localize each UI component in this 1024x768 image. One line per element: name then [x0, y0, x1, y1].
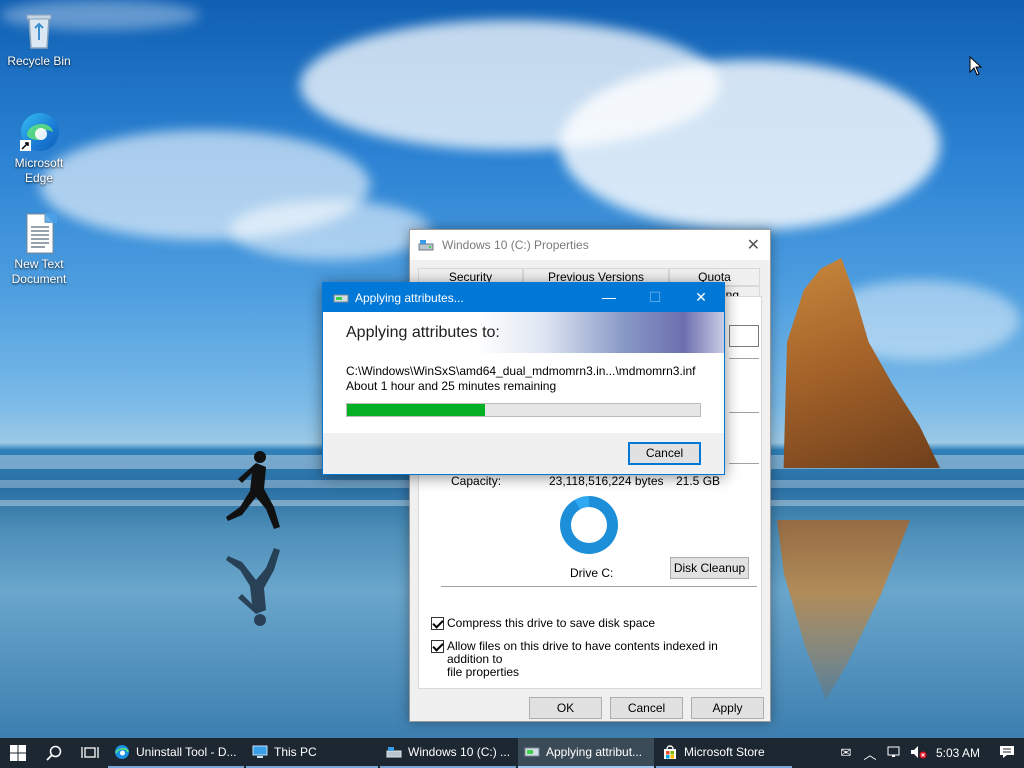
time-remaining: About 1 hour and 25 minutes remaining: [346, 379, 557, 393]
disk-cleanup-button[interactable]: Disk Cleanup: [670, 557, 749, 579]
maximize-button: ☐: [648, 289, 662, 305]
capacity-bytes: 23,118,516,224 bytes: [549, 474, 664, 488]
compress-checkbox[interactable]: [431, 617, 444, 630]
taskbar: Uninstall Tool - D... This PC Windows 10…: [0, 738, 1024, 768]
taskbar-app-uninstall-tool[interactable]: Uninstall Tool - D...: [108, 738, 244, 768]
index-checkbox[interactable]: [431, 640, 444, 653]
apply-dialog-title: Applying attributes...: [355, 290, 464, 305]
index-checkbox-row[interactable]: Allow files on this drive to have conten…: [431, 640, 761, 679]
desktop-icon-recycle-bin[interactable]: Recycle Bin: [1, 8, 77, 69]
action-center-icon[interactable]: [990, 745, 1024, 762]
apply-banner: Applying attributes to:: [323, 312, 724, 353]
attributes-icon: [524, 747, 540, 757]
progress-bar: [346, 403, 701, 417]
computer-icon: [252, 745, 268, 758]
text-document-icon: [17, 211, 61, 255]
search-button[interactable]: [36, 738, 72, 768]
start-button[interactable]: [0, 738, 36, 768]
drive-usage-chart: [560, 496, 618, 554]
ok-button[interactable]: OK: [529, 697, 602, 719]
edge-icon: [17, 110, 61, 154]
chevron-up-icon[interactable]: ︿: [858, 744, 882, 763]
network-icon[interactable]: [882, 745, 906, 762]
new-text-document-label: New Text Document: [11, 257, 67, 286]
taskbar-app-label: Windows 10 (C:) ...: [408, 745, 511, 759]
attributes-icon: [333, 294, 349, 302]
drive-icon: [418, 240, 434, 251]
taskbar-app-label: Uninstall Tool - D...: [136, 745, 237, 759]
index-label-line1: Allow files on this drive to have conten…: [447, 639, 718, 666]
task-view-button[interactable]: [72, 738, 108, 768]
runner-reflection: [226, 548, 280, 626]
microsoft-edge-label: Microsoft Edge: [14, 156, 64, 185]
compress-label: Compress this drive to save disk space: [447, 616, 656, 630]
apply-dialog-close-button[interactable]: ✕: [678, 283, 724, 312]
apply-dialog-cancel-button[interactable]: Cancel: [628, 442, 701, 465]
desktop-icon-microsoft-edge[interactable]: Microsoft Edge: [1, 110, 77, 186]
taskbar-app-applying-attributes[interactable]: Applying attribut...: [518, 738, 654, 768]
capacity-label: Capacity:: [451, 474, 502, 488]
taskbar-app-label: This PC: [274, 745, 317, 759]
edge-icon: [115, 745, 129, 759]
progress-fill: [347, 404, 485, 416]
taskbar-clock[interactable]: 5:03 AM: [936, 746, 980, 760]
applying-attributes-dialog[interactable]: Applying attributes... — ☐ ✕ Applying at…: [322, 282, 725, 475]
drive-label-input[interactable]: [729, 325, 759, 347]
rock-reflection: [777, 520, 910, 700]
taskbar-app-this-pc[interactable]: This PC: [246, 738, 378, 768]
recycle-bin-icon: [17, 8, 61, 52]
system-tray: ✉ ︿ 5:03 AM: [834, 738, 1024, 768]
task-view-icon: [81, 747, 99, 758]
recycle-bin-label: Recycle Bin: [7, 54, 71, 68]
current-file-path: C:\Windows\WinSxS\amd64_dual_mdmomrn3.in…: [346, 364, 696, 378]
drive-label: Drive C:: [570, 566, 614, 580]
mouse-cursor-icon: [969, 56, 983, 76]
taskbar-app-microsoft-store[interactable]: Microsoft Store: [656, 738, 792, 768]
runner-silhouette: [226, 451, 280, 529]
apply-button[interactable]: Apply: [691, 697, 764, 719]
volume-muted-icon[interactable]: [906, 745, 930, 762]
mail-icon[interactable]: ✉: [834, 745, 858, 761]
compress-checkbox-row[interactable]: Compress this drive to save disk space: [431, 617, 655, 630]
windows-logo-icon: [10, 745, 26, 761]
taskbar-app-label: Applying attribut...: [546, 745, 643, 759]
desktop-icon-new-text-document[interactable]: New Text Document: [1, 211, 77, 287]
index-label-line2: file properties: [447, 665, 520, 679]
apply-dialog-content: C:\Windows\WinSxS\amd64_dual_mdmomrn3.in…: [323, 353, 724, 433]
cancel-button[interactable]: Cancel: [610, 697, 683, 719]
minimize-button[interactable]: —: [586, 283, 632, 312]
store-icon: [664, 745, 676, 759]
properties-titlebar[interactable]: Windows 10 (C:) Properties: [410, 230, 770, 260]
search-icon: [46, 745, 62, 761]
taskbar-app-drive-properties[interactable]: Windows 10 (C:) ...: [380, 738, 516, 768]
drive-icon: [386, 747, 402, 758]
index-label: Allow files on this drive to have conten…: [447, 640, 761, 679]
properties-title: Windows 10 (C:) Properties: [442, 238, 589, 252]
capacity-gb: 21.5 GB: [676, 474, 721, 488]
banner-text: Applying attributes to:: [346, 324, 500, 341]
properties-close-button[interactable]: ✕: [747, 235, 760, 255]
taskbar-app-label: Microsoft Store: [684, 745, 765, 759]
